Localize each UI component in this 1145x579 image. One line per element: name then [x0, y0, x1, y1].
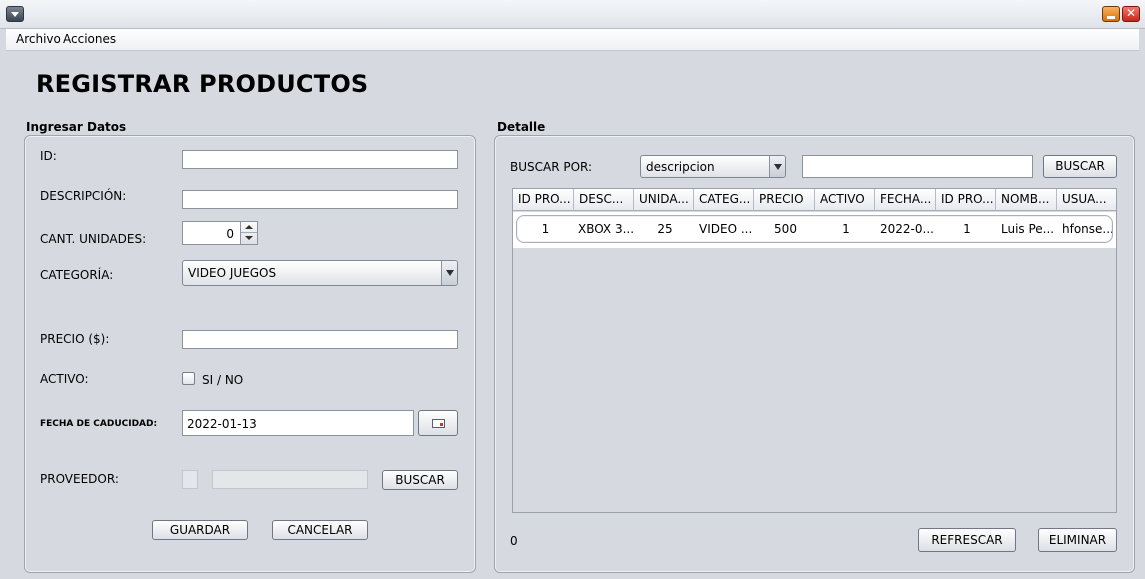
stepper-down-icon[interactable] [241, 233, 257, 244]
categoria-label: CATEGORÍA: [40, 268, 114, 282]
table-cell: 1 [842, 222, 850, 236]
fecha-label: FECHA DE CADUCIDAD: [40, 419, 158, 429]
minimize-icon[interactable] [1102, 6, 1120, 22]
categoria-value: VIDEO JUEGOS [188, 266, 277, 280]
fecha-value: 2022-01-13 [187, 417, 257, 431]
title-bar [0, 0, 1145, 29]
refrescar-button[interactable]: REFRESCAR [918, 528, 1016, 552]
proveedor-label: PROVEEDOR: [40, 472, 119, 486]
page-title: REGISTRAR PRODUCTOS [36, 70, 369, 98]
ingresar-datos-label: Ingresar Datos [26, 120, 127, 134]
cancelar-button[interactable]: CANCELAR [272, 520, 368, 540]
chevron-down-icon [769, 156, 785, 177]
table-cell: 500 [774, 222, 797, 236]
calendar-icon [432, 419, 445, 428]
id-field[interactable] [182, 150, 458, 169]
guardar-button[interactable]: GUARDAR [152, 520, 248, 540]
precio-label: PRECIO ($): [40, 332, 110, 346]
activo-label: ACTIVO: [40, 372, 89, 386]
table-row[interactable]: 1 XBOX 3... 25 VIDEO ... 500 1 2022-0...… [516, 215, 1113, 243]
eliminar-button[interactable]: ELIMINAR [1038, 528, 1117, 552]
cantidad-value: 0 [226, 227, 234, 241]
column-header[interactable]: PRECIO [754, 189, 815, 211]
column-header[interactable]: CATEG... [694, 189, 754, 211]
proveedor-id-field [182, 470, 198, 489]
table-cell: 1 [963, 222, 971, 236]
column-header[interactable]: DESC... [574, 189, 634, 211]
proveedor-nombre-field [212, 470, 368, 489]
descripcion-label: DESCRIPCIÓN: [40, 189, 127, 203]
products-table: ID PRO... DESC... UNIDA... CATEG... PREC… [512, 188, 1117, 513]
categoria-select[interactable]: VIDEO JUEGOS [182, 260, 458, 286]
cantidad-field[interactable]: 0 [182, 221, 240, 245]
stepper-up-icon[interactable] [241, 222, 257, 233]
table-body: 1 XBOX 3... 25 VIDEO ... 500 1 2022-0...… [513, 212, 1116, 248]
column-header[interactable]: USUA... [1057, 189, 1116, 211]
cantidad-stepper[interactable]: 0 [182, 221, 258, 245]
calendar-button[interactable] [418, 410, 458, 436]
chevron-down-icon[interactable] [6, 6, 24, 22]
column-header[interactable]: UNIDA... [634, 189, 694, 211]
table-cell: Luis Pe... [1001, 222, 1055, 236]
table-header: ID PRO... DESC... UNIDA... CATEG... PREC… [513, 189, 1116, 211]
table-cell: VIDEO ... [699, 222, 753, 236]
chevron-down-icon [441, 261, 457, 285]
menu-archivo[interactable]: Archivo [16, 32, 61, 46]
menu-acciones[interactable]: Acciones [63, 32, 116, 46]
close-icon[interactable] [1122, 6, 1140, 22]
cantidad-label: CANT. UNIDADES: [40, 232, 147, 246]
column-header[interactable]: NOMB... [996, 189, 1057, 211]
column-header[interactable]: ID PRO... [513, 189, 574, 211]
column-header[interactable]: ACTIVO [815, 189, 875, 211]
detail-buscar-button[interactable]: BUSCAR [1043, 155, 1117, 178]
search-input[interactable] [802, 155, 1033, 178]
table-cell: 2022-0... [880, 222, 934, 236]
record-count: 0 [510, 534, 518, 548]
activo-checkbox[interactable] [182, 372, 195, 385]
table-cell: XBOX 3... [578, 222, 635, 236]
column-header[interactable]: ID PRO... [936, 189, 996, 211]
proveedor-buscar-button[interactable]: BUSCAR [382, 470, 458, 490]
descripcion-field[interactable] [182, 190, 458, 209]
fecha-field[interactable]: 2022-01-13 [182, 410, 414, 436]
activo-checkbox-label[interactable]: SI / NO [202, 373, 243, 387]
detalle-label: Detalle [497, 120, 546, 134]
buscar-por-label: BUSCAR POR: [510, 160, 593, 174]
column-header[interactable]: FECHA... [875, 189, 936, 211]
id-label: ID: [40, 149, 57, 163]
stepper-buttons [240, 221, 258, 245]
menu-bar: Archivo Acciones [6, 29, 1139, 51]
precio-field[interactable] [182, 330, 458, 349]
table-cell: hfonse... [1062, 222, 1112, 236]
table-cell: 1 [541, 222, 550, 236]
buscar-por-select[interactable]: descripcion [640, 155, 786, 178]
table-cell: 25 [657, 222, 673, 236]
buscar-por-value: descripcion [646, 160, 715, 174]
